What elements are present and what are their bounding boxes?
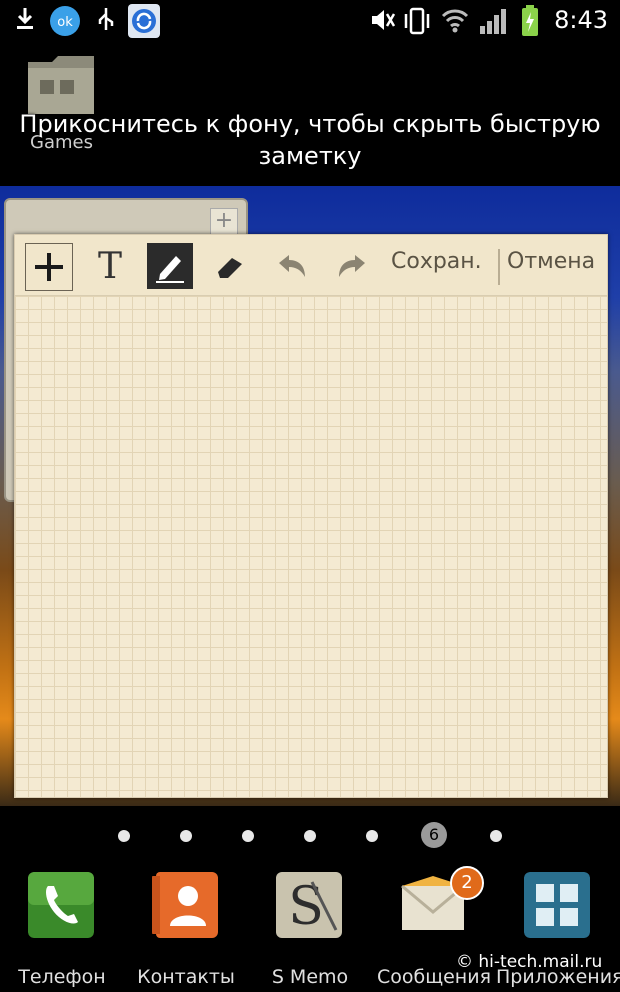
dock: Телефон Контакты S S Memo 2 Сообщения Пр… [0, 860, 620, 992]
unread-badge: 2 [450, 866, 484, 900]
watermark: © hi-tech.mail.ru [456, 952, 603, 972]
vibrate-icon [404, 7, 430, 35]
status-bar: ok 8:43 [0, 0, 620, 44]
dock-label: Контакты [137, 966, 235, 988]
hint-line: заметку [258, 142, 362, 170]
pen-tool-icon [156, 256, 184, 283]
wifi-icon [441, 9, 469, 33]
usb-icon [98, 8, 114, 30]
phone-icon [28, 872, 94, 938]
contacts-icon [152, 872, 218, 938]
dock-item-apps[interactable]: Приложения [496, 872, 620, 992]
page-dot-current[interactable]: 6 [421, 822, 447, 848]
toolbar-divider [498, 249, 500, 285]
memo-toolbar: T Сохран. Отмена [15, 235, 607, 296]
page-dot[interactable] [304, 830, 316, 842]
hint-text: Прикоснитесь к фону, чтобы скрыть быстру… [0, 108, 620, 172]
text-tool-icon: T [97, 245, 122, 287]
drawing-canvas[interactable] [15, 296, 607, 797]
save-button[interactable]: Сохран. [391, 249, 482, 274]
dock-item-smemo[interactable]: S S Memo [248, 872, 372, 992]
quick-memo-panel[interactable]: T Сохран. Отмена [14, 234, 608, 798]
download-icon [17, 8, 33, 29]
dock-item-contacts[interactable]: Контакты [124, 872, 248, 992]
hint-line: Прикоснитесь к фону, чтобы скрыть быстру… [19, 110, 601, 138]
undo-icon [279, 255, 305, 277]
svg-text:ok: ok [57, 15, 73, 30]
plus-icon[interactable]: + [210, 208, 238, 236]
folder-icon[interactable] [26, 54, 96, 116]
cancel-button[interactable]: Отмена [507, 249, 595, 274]
mute-icon [372, 10, 396, 30]
svg-text:S: S [288, 877, 324, 937]
text-tool-button[interactable]: T [87, 243, 133, 289]
pen-tool-button[interactable] [147, 243, 193, 289]
ok-app-icon: ok [50, 6, 80, 36]
page-dot[interactable] [242, 830, 254, 842]
page-dot[interactable] [180, 830, 192, 842]
redo-button[interactable] [329, 243, 375, 289]
dock-label: S Memo [271, 966, 349, 988]
dock-item-phone[interactable]: Телефон [0, 872, 124, 992]
page-dot[interactable] [490, 830, 502, 842]
status-time: 8:43 [554, 6, 608, 34]
eraser-tool-button[interactable] [207, 243, 253, 289]
apps-grid-icon [524, 872, 590, 938]
dock-item-messages[interactable]: 2 Сообщения [372, 866, 496, 992]
redo-icon [339, 255, 365, 277]
page-dot[interactable] [366, 830, 378, 842]
smemo-icon: S [276, 872, 342, 938]
page-indicator: 6 [0, 822, 620, 850]
undo-button[interactable] [269, 243, 315, 289]
battery-icon [522, 5, 538, 36]
eraser-icon [218, 258, 242, 278]
signal-icon [480, 9, 506, 34]
dock-label: Телефон [18, 966, 106, 988]
plus-icon [35, 253, 63, 281]
add-button[interactable] [25, 243, 73, 291]
page-dot[interactable] [118, 830, 130, 842]
sync-icon [128, 4, 160, 38]
